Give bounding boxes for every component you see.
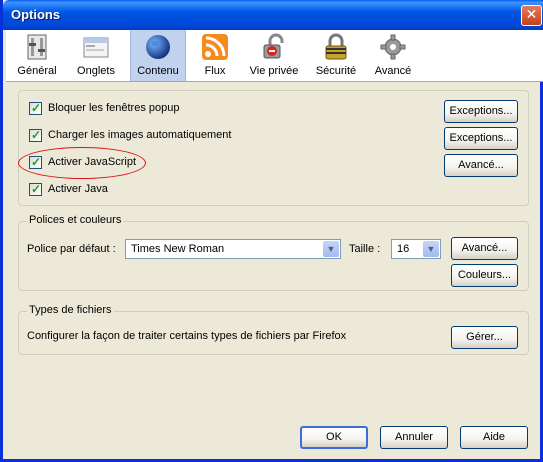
default-font-label: Police par défaut : [27,243,116,255]
options-toolbar: Général Onglets Contenu Flux Vie privée … [6,30,543,82]
fonts-colors-group: Polices et couleurs Police par défaut : … [18,214,529,291]
privacy-lock-icon [263,33,284,59]
tab-securite[interactable]: Sécurité [310,30,362,81]
ok-button[interactable]: OK [300,426,368,449]
checkbox-box[interactable]: ✓ [29,182,42,196]
javascript-highlight-ellipse [18,147,146,179]
fonts-colors-legend: Polices et couleurs [27,214,124,226]
checkbox-label: Activer Java [48,183,108,195]
tab-general-label: Général [17,65,57,77]
cancel-button[interactable]: Annuler [380,426,448,449]
font-size-select[interactable]: 16 ▼ [391,239,441,259]
tab-flux[interactable]: Flux [192,30,238,81]
tab-vie-privee[interactable]: Vie privée [244,30,304,81]
checkbox-box[interactable]: ✓ [29,101,42,115]
advanced-javascript-button[interactable]: Avancé... [444,154,518,177]
tab-contenu-label: Contenu [137,65,179,77]
globe-icon [146,35,170,59]
tab-onglets[interactable]: Onglets [68,30,124,81]
block-popups-checkbox[interactable]: ✓ Bloquer les fenêtres popup [29,101,179,116]
checkbox-label: Bloquer les fenêtres popup [48,102,180,114]
tab-general[interactable]: Général [12,30,62,81]
file-types-group: Types de fichiers Configurer la façon de… [18,304,529,355]
exceptions-popup-button[interactable]: Exceptions... [444,100,518,123]
title-bar[interactable]: Options ✕ [3,0,543,30]
exceptions-images-button[interactable]: Exceptions... [444,127,518,150]
file-types-legend: Types de fichiers [27,304,114,316]
check-mark-icon: ✓ [31,182,42,196]
checkbox-label: Charger les images automatiquement [48,129,232,141]
enable-java-checkbox[interactable]: ✓ Activer Java [29,182,108,197]
help-button[interactable]: Aide [460,426,528,449]
chevron-down-icon[interactable]: ▼ [423,241,439,257]
security-padlock-icon [325,33,347,60]
font-size-label: Taille : [349,243,381,255]
window-title: Options [11,7,61,22]
font-size-value: 16 [397,243,410,255]
options-window: Options ✕ Général Onglets Contenu Flux V… [0,0,543,462]
gear-icon [380,34,406,60]
default-font-select[interactable]: Times New Roman ▼ [125,239,341,259]
tab-securite-label: Sécurité [315,65,357,77]
tab-onglets-label: Onglets [77,65,115,77]
chevron-down-icon[interactable]: ▼ [323,241,339,257]
close-button[interactable]: ✕ [521,5,542,26]
general-icon [27,34,47,60]
advanced-fonts-button[interactable]: Avancé... [451,237,518,260]
checkbox-box[interactable]: ✓ [29,128,42,142]
manage-button[interactable]: Gérer... [451,326,518,349]
default-font-value: Times New Roman [131,243,225,255]
tabs-icon [83,37,109,58]
tab-vie-privee-label: Vie privée [249,65,299,77]
tab-flux-label: Flux [204,65,226,77]
check-mark-icon: ✓ [31,101,42,115]
load-images-checkbox[interactable]: ✓ Charger les images automatiquement [29,128,231,143]
tab-avance[interactable]: Avancé [368,30,418,81]
check-mark-icon: ✓ [31,128,42,142]
rss-feed-icon [202,34,228,60]
file-types-description: Configurer la façon de traiter certains … [27,330,347,342]
tab-contenu[interactable]: Contenu [130,30,186,81]
tab-avance-label: Avancé [374,65,412,77]
colors-button[interactable]: Couleurs... [451,264,518,287]
